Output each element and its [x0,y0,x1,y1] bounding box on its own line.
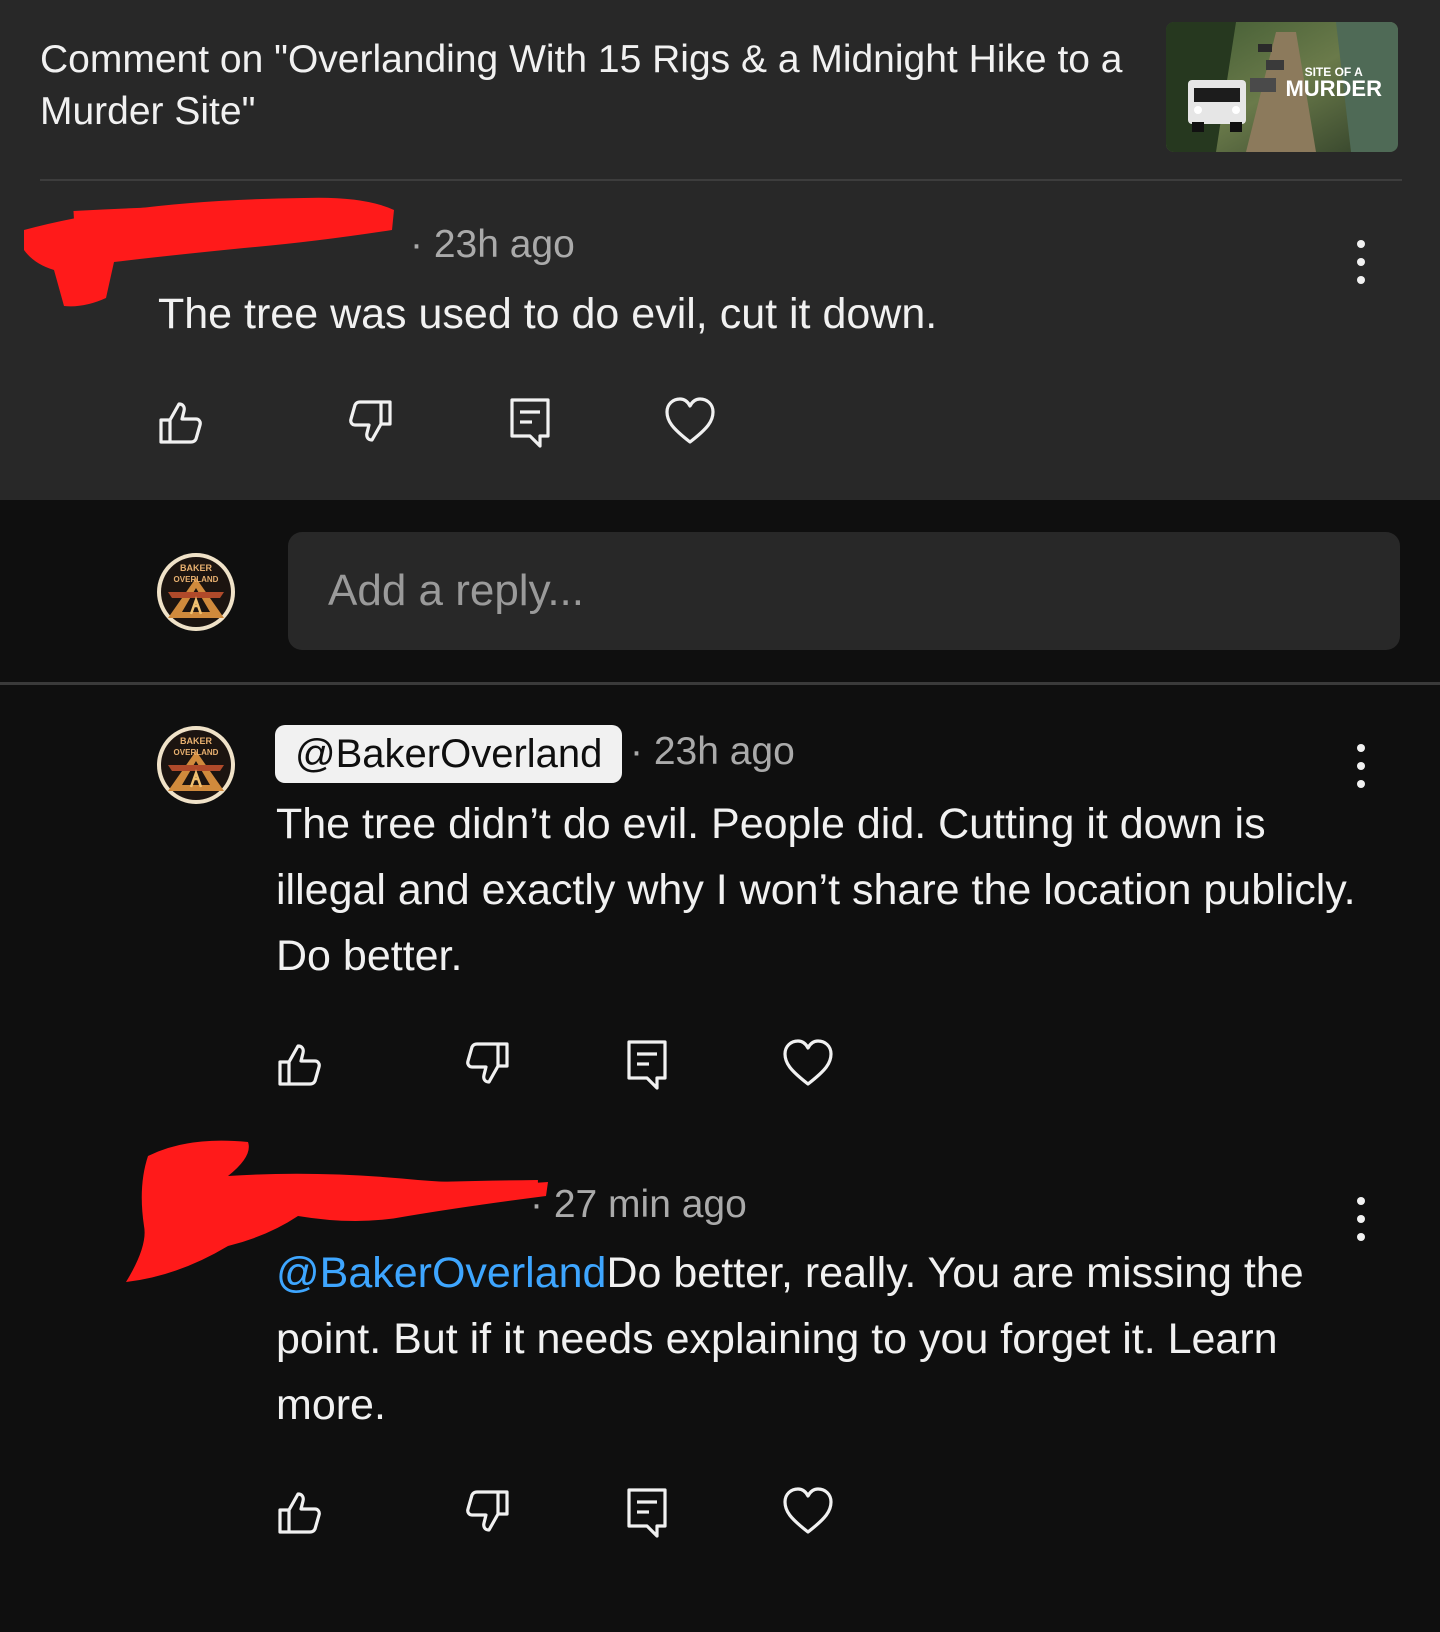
heart-icon[interactable] [780,1036,836,1092]
more-vert-icon[interactable] [1355,1197,1367,1241]
video-thumbnail[interactable]: SITE OF A MURDER [1166,22,1398,152]
mention-link[interactable]: @BakerOverland [276,1249,606,1297]
more-vert-icon[interactable] [1355,744,1367,788]
divider [0,682,1440,685]
more-vert-icon[interactable] [1355,240,1367,284]
like-icon[interactable] [155,394,211,450]
reply-icon[interactable] [502,394,558,450]
thumbnail-caption: SITE OF A MURDER [1285,66,1382,100]
like-icon[interactable] [274,1484,330,1540]
page-title: Comment on "Overlanding With 15 Rigs & a… [40,38,1123,133]
avatar: BAKER OVERLAND [156,552,236,632]
reply-text: The tree didn’t do evil. People did. Cut… [276,800,1356,980]
dislike-icon[interactable] [340,394,396,450]
heart-icon[interactable] [780,1484,836,1540]
avatar[interactable]: BAKER OVERLAND [156,725,236,805]
reply-time: · 27 min ago [530,1183,747,1226]
thumbnail-caption-line2: MURDER [1285,76,1382,101]
comment-time: · 23h ago [410,223,575,266]
avatar-text: BAKER OVERLAND [173,736,219,757]
heart-icon[interactable] [662,394,718,450]
like-icon[interactable] [274,1036,330,1092]
reply-text: @BakerOverlandDo better, really. You are… [276,1240,1386,1438]
dislike-icon[interactable] [457,1484,513,1540]
reply-actions [0,1484,1440,1540]
reply-icon[interactable] [619,1484,675,1540]
reply-actions [0,1036,1440,1092]
reply-input[interactable] [288,532,1400,650]
comment-text: The tree was used to do evil, cut it dow… [158,290,938,338]
dislike-icon[interactable] [457,1036,513,1092]
author-handle[interactable]: @BakerOverland [275,725,623,783]
avatar-text: BAKER OVERLAND [173,563,219,584]
divider [40,179,1402,181]
reply-time: · 23h ago [630,730,795,773]
comment-actions [0,394,1440,450]
reply-icon[interactable] [619,1036,675,1092]
